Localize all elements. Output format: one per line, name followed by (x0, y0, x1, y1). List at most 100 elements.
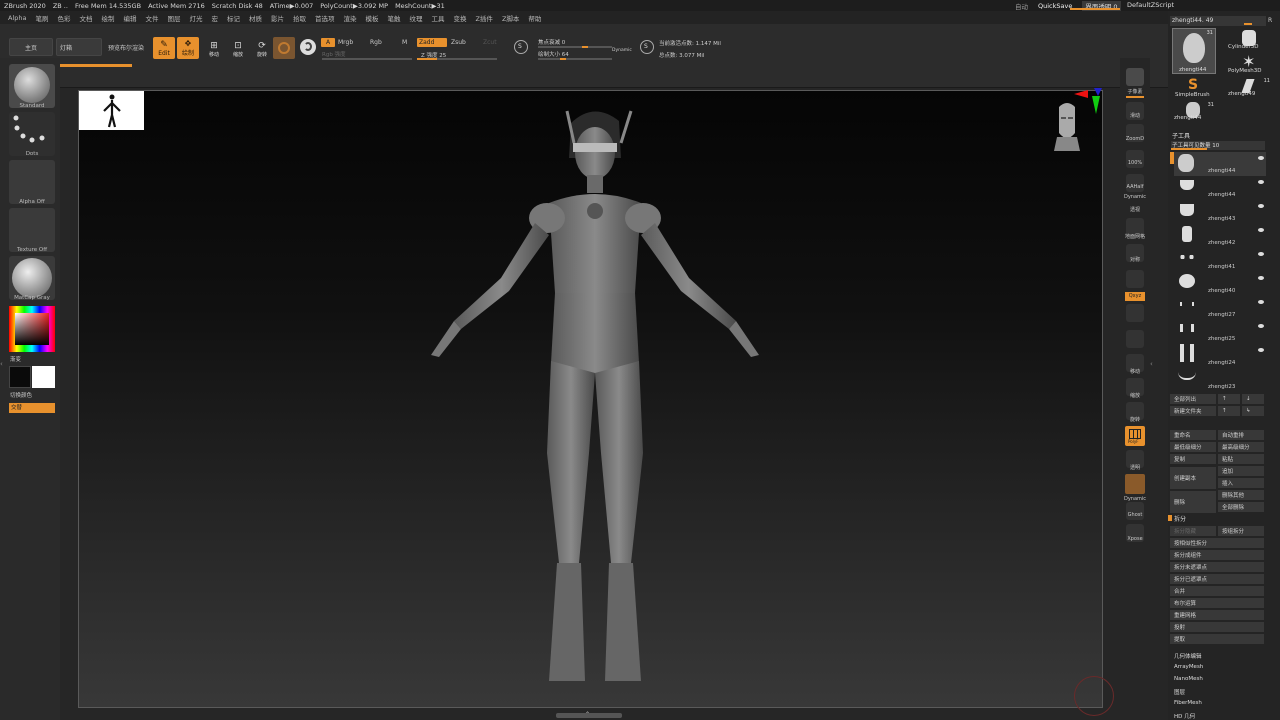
highest-res-button[interactable]: 最高级细分 (1218, 442, 1264, 452)
subpixel-slider[interactable] (1126, 96, 1144, 98)
right-collapse-icon[interactable]: ‹ (1150, 360, 1153, 368)
split-to-parts-button[interactable]: 拆分成组件 (1170, 550, 1264, 560)
visible-count-slider[interactable]: 子工具可见数量 10 (1171, 141, 1265, 150)
alpha-thumbnail[interactable] (9, 160, 55, 204)
menu-render[interactable]: 渲染 (343, 13, 356, 23)
secondary-color-swatch[interactable] (9, 366, 31, 388)
menu-file[interactable]: 文件 (145, 13, 158, 23)
rotate-mode-button[interactable]: ⟳ 旋转 (250, 37, 274, 61)
project-button[interactable]: 投射 (1170, 622, 1264, 632)
menu-tool[interactable]: 工具 (431, 13, 444, 23)
new-folder-button[interactable]: 新建文件夹 (1170, 406, 1216, 416)
auto-reorder-button[interactable]: 自动重排 (1218, 430, 1264, 440)
subtool-row[interactable]: zhengti40 (1174, 272, 1266, 296)
quicksave-button[interactable]: QuickSave (1038, 2, 1072, 10)
menu-brush[interactable]: 笔刷 (35, 13, 48, 23)
tool-thumb-polymesh[interactable]: ✶ PolyMesh3D (1226, 52, 1272, 78)
boolean-button[interactable]: 布尔运算 (1170, 598, 1264, 608)
color-square[interactable] (15, 313, 49, 345)
draw-size-label[interactable]: 绘制大小 64 (538, 50, 569, 58)
move-view-label[interactable]: 移动 (1120, 368, 1150, 375)
auto-label[interactable]: 自动 (1015, 1, 1028, 11)
split-masked-button[interactable]: 拆分已遮罩点 (1170, 574, 1264, 584)
subtool-row[interactable]: zhengti44 (1174, 176, 1266, 200)
focal-shift-knob[interactable] (582, 46, 588, 48)
persp-label[interactable]: 透视 (1120, 206, 1150, 213)
zcut-toggle[interactable]: Zcut (483, 39, 497, 46)
menu-material[interactable]: 材质 (249, 13, 262, 23)
stroke-thumbnail[interactable] (9, 112, 55, 156)
switch-color-label[interactable]: 切换颜色 (10, 391, 32, 399)
folder-up-button[interactable]: ↑ (1218, 406, 1240, 416)
draw-size-knob[interactable] (560, 58, 566, 60)
bottom-arrow-icon[interactable]: ⌃ (585, 711, 590, 718)
merge-button[interactable]: 合并 (1170, 586, 1264, 596)
eye-icon[interactable] (1258, 252, 1264, 256)
rgb-intensity-slider[interactable] (322, 58, 412, 60)
draw-size-slider[interactable] (538, 58, 612, 60)
copy-button[interactable]: 复制 (1170, 454, 1216, 464)
delete-button[interactable]: 删除 (1170, 491, 1216, 513)
rgb-intensity-label[interactable]: Rgb 强度 (322, 50, 346, 58)
subtool-row[interactable]: zhengti42 (1174, 224, 1266, 248)
symmetry-label[interactable]: 对称 (1120, 256, 1150, 263)
zsub-toggle[interactable]: Zsub (451, 39, 466, 46)
ghost-label[interactable]: Ghost (1120, 512, 1150, 518)
paste-button[interactable]: 粘贴 (1218, 454, 1264, 464)
eye-icon[interactable] (1258, 228, 1264, 232)
zadd-toggle[interactable]: Zadd (417, 38, 447, 47)
xpose-label[interactable]: Xpose (1120, 536, 1150, 542)
lock-icon[interactable] (1126, 270, 1144, 288)
transparency-slider[interactable] (1070, 8, 1120, 10)
actual-label[interactable]: 100% (1120, 160, 1150, 166)
head-orientation-icon[interactable] (1052, 101, 1082, 153)
gradient-label[interactable]: 渐变 (10, 355, 21, 363)
zoom2d-label[interactable]: ZoomD (1120, 136, 1150, 142)
texture-thumbnail[interactable] (9, 208, 55, 252)
subtool-row[interactable]: zhengti23 (1174, 368, 1266, 392)
brush-thumbnail[interactable] (9, 64, 55, 108)
default-zscript[interactable]: DefaultZScript (1127, 1, 1174, 9)
bpr-icon[interactable] (1126, 68, 1144, 86)
menu-color[interactable]: 色彩 (57, 13, 70, 23)
split-unmasked-button[interactable]: 拆分未遮罩点 (1170, 562, 1264, 572)
subtool-title[interactable]: 子工具 (1172, 131, 1190, 140)
scale-mode-button[interactable]: ⊡ 缩放 (226, 37, 250, 61)
frame-icon[interactable] (1126, 330, 1144, 348)
canvas-viewport[interactable] (78, 88, 1114, 716)
subtool-row[interactable]: zhengti25 (1174, 320, 1266, 344)
group-split-button[interactable]: 按组拆分 (1218, 526, 1264, 536)
split-hidden-button[interactable]: 拆分隐藏 (1170, 526, 1216, 536)
delete-all-button[interactable]: 全部删除 (1218, 502, 1264, 512)
rgb-toggle[interactable]: Rgb (370, 39, 382, 46)
move-down-button[interactable]: ↓ (1242, 394, 1264, 404)
split-similar-button[interactable]: 按相似性拆分 (1170, 538, 1264, 548)
dynamic-toggle[interactable]: Dynamic (612, 48, 632, 53)
eye-icon[interactable] (1258, 324, 1264, 328)
eye-icon[interactable] (1258, 276, 1264, 280)
subtool-row[interactable]: zhengti24 (1174, 344, 1266, 368)
scale-view-label[interactable]: 缩放 (1120, 392, 1150, 399)
lowest-res-button[interactable]: 最低级细分 (1170, 442, 1216, 452)
split-title[interactable]: 拆分 (1174, 514, 1186, 523)
alternate-button[interactable]: 交替 (9, 403, 55, 413)
menu-alpha[interactable]: Alpha (8, 14, 26, 22)
current-tool-knob[interactable] (1244, 23, 1252, 25)
tool-thumb-zhengti44b[interactable]: 31 zhengti44 (1172, 101, 1216, 127)
scroll-label[interactable]: 滑动 (1120, 112, 1150, 119)
menu-help[interactable]: 帮助 (528, 13, 541, 23)
rotate-view-label[interactable]: 旋转 (1120, 416, 1150, 423)
tool-thumb-simplebrush[interactable]: S SimpleBrush (1172, 77, 1216, 101)
title-zb[interactable]: ZB .. (53, 2, 68, 10)
preview-bpr-button[interactable]: 预览布尔渲染 (104, 38, 148, 56)
subtool-row[interactable]: zhengti43 (1174, 200, 1266, 224)
geometry-edit-section[interactable]: 几何体编辑 (1174, 652, 1202, 660)
menu-macro[interactable]: 宏 (211, 13, 218, 23)
gyro-button[interactable] (273, 37, 295, 59)
focal-shift-label[interactable]: 焦点衰减 0 (538, 38, 565, 46)
floor-label[interactable]: 地面网格 (1120, 233, 1150, 240)
menu-layer[interactable]: 图层 (167, 13, 180, 23)
menu-marker[interactable]: 标记 (227, 13, 240, 23)
extract-button[interactable]: 提取 (1170, 634, 1264, 644)
current-tool-slider[interactable]: zhengti44. 49 (1170, 16, 1266, 26)
